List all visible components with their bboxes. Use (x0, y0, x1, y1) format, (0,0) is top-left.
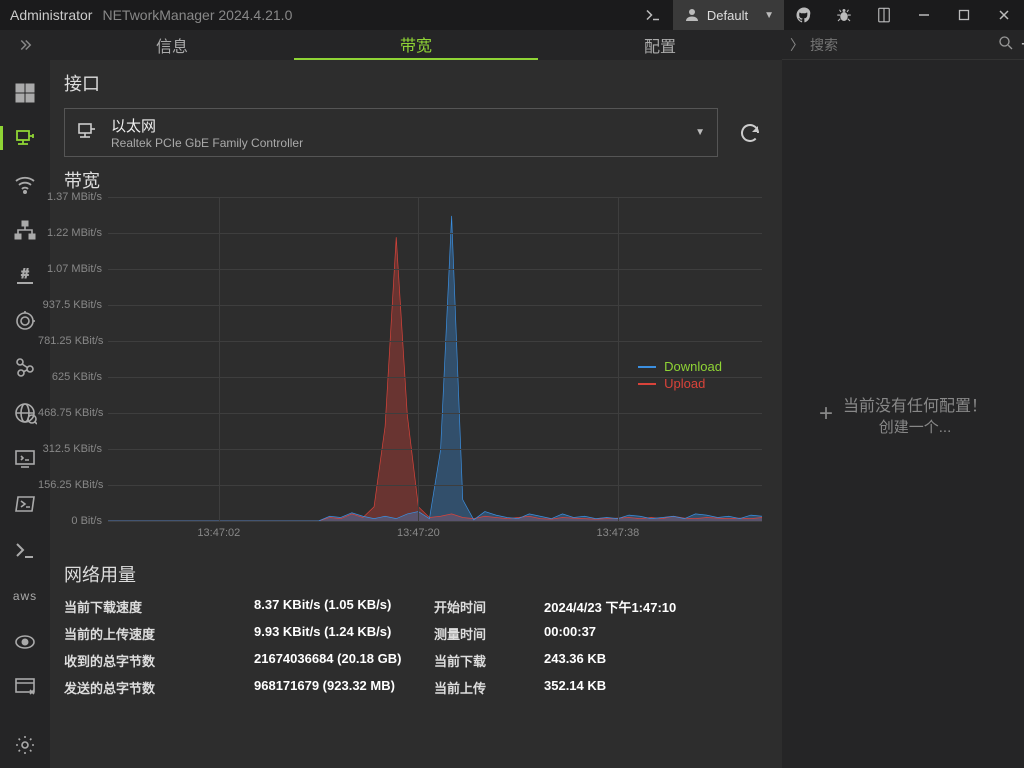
tab-bandwidth[interactable]: 带宽 (294, 30, 538, 60)
interface-dropdown[interactable]: 以太网 Realtek PCIe GbE Family Controller ▼ (64, 108, 718, 157)
chart-legend: Download Upload (638, 357, 722, 393)
sidebar-expand[interactable] (16, 36, 34, 64)
y-tick: 781.25 KBit/s (38, 335, 108, 347)
titlebar: Administrator NETworkManager 2024.4.21.0… (0, 0, 1024, 30)
x-tick: 13:47:02 (197, 527, 240, 539)
chart-section: 带宽 0 Bit/s156.25 KBit/s312.5 KBit/s468.7… (50, 167, 782, 555)
sidebar-item-aws[interactable]: aws (0, 579, 50, 613)
stat-label: 当前下载速度 (64, 597, 244, 616)
refresh-button[interactable] (732, 108, 768, 157)
y-tick: 312.5 KBit/s (38, 443, 108, 455)
docs-icon[interactable] (864, 0, 904, 30)
github-icon[interactable] (784, 0, 824, 30)
sidebar-item-network-interface[interactable] (0, 122, 50, 156)
empty-state[interactable]: + 当前没有任何配置！ 创建一个... (819, 392, 987, 437)
profile-label: Default (707, 8, 748, 23)
stat-value: 243.36 KB (544, 651, 744, 670)
usage-heading: 网络用量 (64, 561, 768, 587)
stat-value: 00:00:37 (544, 624, 744, 643)
empty-line2: 创建一个... (843, 416, 987, 437)
search-icon[interactable] (997, 34, 1015, 55)
tab-info[interactable]: 信息 (50, 30, 294, 60)
chevron-right-icon[interactable]: 〉 (790, 35, 804, 55)
stat-label: 当前上传 (434, 678, 534, 697)
minimize-button[interactable] (904, 0, 944, 30)
x-tick: 13:47:20 (397, 527, 440, 539)
profile-dropdown[interactable]: Default ▼ (673, 0, 784, 30)
search-input[interactable] (810, 37, 991, 53)
svg-text:#: # (21, 265, 29, 281)
stat-value: 21674036684 (20.18 GB) (254, 651, 424, 670)
y-tick: 1.37 MBit/s (38, 191, 108, 203)
sidebar-item-tigervnc[interactable] (0, 625, 50, 659)
stat-label: 当前下载 (434, 651, 534, 670)
maximize-button[interactable] (944, 0, 984, 30)
sidebar-item-putty[interactable] (0, 533, 50, 567)
stat-label: 发送的总字节数 (64, 678, 244, 697)
chevron-down-icon: ▼ (764, 10, 774, 21)
stat-value: 2024/4/23 下午1:47:10 (544, 597, 744, 616)
y-tick: 937.5 KBit/s (38, 299, 108, 311)
right-panel: 〉 + + 当前没有任何配置！ 创建一个... (782, 30, 1024, 768)
legend-upload: Upload (664, 376, 705, 391)
stat-label: 当前的上传速度 (64, 624, 244, 643)
bug-icon[interactable] (824, 0, 864, 30)
stat-label: 收到的总字节数 (64, 651, 244, 670)
stat-value: 9.93 KBit/s (1.24 KB/s) (254, 624, 424, 643)
stat-label: 开始时间 (434, 597, 534, 616)
y-tick: 0 Bit/s (38, 515, 108, 527)
x-tick: 13:47:38 (596, 527, 639, 539)
tab-bar: 信息 带宽 配置 (50, 30, 782, 60)
interface-name: 以太网 (111, 115, 303, 136)
sidebar-item-dashboard[interactable] (0, 76, 50, 110)
bandwidth-heading: 带宽 (64, 167, 768, 193)
stat-label: 测量时间 (434, 624, 534, 643)
y-tick: 468.75 KBit/s (38, 407, 108, 419)
stat-value: 8.37 KBit/s (1.05 KB/s) (254, 597, 424, 616)
app-title: NETworkManager 2024.4.21.0 (102, 7, 292, 23)
plus-icon: + (819, 402, 833, 426)
sidebar-item-settings[interactable] (0, 728, 50, 762)
y-tick: 625 KBit/s (38, 371, 108, 383)
interface-desc: Realtek PCIe GbE Family Controller (111, 136, 303, 150)
main-panel: 信息 带宽 配置 接口 以太网 Realtek PCIe GbE Family … (50, 30, 782, 768)
console-icon[interactable] (633, 0, 673, 30)
y-tick: 1.22 MBit/s (38, 227, 108, 239)
admin-label: Administrator (0, 7, 102, 23)
legend-download: Download (664, 359, 722, 374)
usage-section: 网络用量 当前下载速度 8.37 KBit/s (1.05 KB/s) 开始时间… (50, 555, 782, 711)
empty-line1: 当前没有任何配置！ (843, 392, 987, 416)
close-button[interactable] (984, 0, 1024, 30)
sidebar-item-web-console[interactable] (0, 671, 50, 705)
stat-value: 352.14 KB (544, 678, 744, 697)
chevron-down-icon: ▼ (695, 127, 705, 138)
tab-config[interactable]: 配置 (538, 30, 782, 60)
sidebar: # aws (0, 30, 50, 768)
interface-section: 接口 (50, 60, 782, 108)
y-tick: 156.25 KBit/s (38, 479, 108, 491)
y-tick: 1.07 MBit/s (38, 263, 108, 275)
ethernet-icon (75, 119, 99, 146)
interface-heading: 接口 (64, 70, 768, 96)
stat-value: 968171679 (923.32 MB) (254, 678, 424, 697)
